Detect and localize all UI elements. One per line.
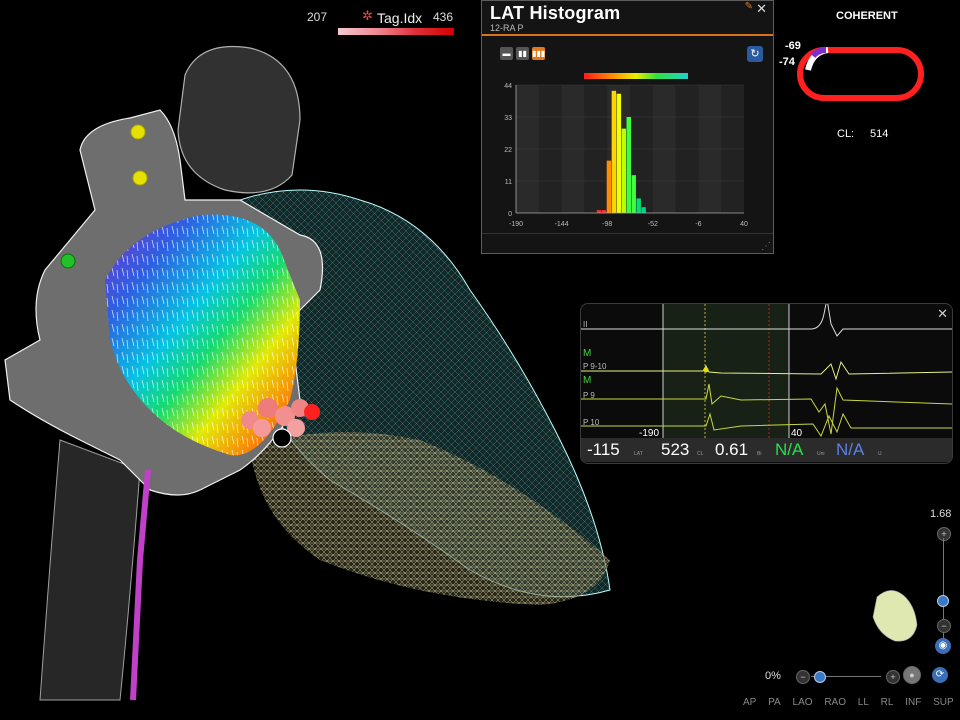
histogram-bar	[631, 175, 636, 213]
view-inf-button[interactable]: INF	[905, 697, 921, 708]
transparency-slider-knob[interactable]	[814, 671, 826, 683]
view-pa-button[interactable]: PA	[768, 697, 781, 708]
lead-label-p910: P 9-10	[583, 362, 607, 371]
coherent-title: COHERENT	[836, 10, 898, 22]
transparency-percent: 0%	[765, 670, 781, 682]
window-footer-divider	[482, 233, 773, 234]
x-tick-label: -190	[509, 221, 523, 228]
histogram-title: LAT Histogram	[490, 3, 621, 23]
refresh-icon[interactable]: ↻	[747, 46, 763, 62]
histogram-bar	[611, 90, 617, 213]
tag-icon: ✲	[362, 8, 373, 23]
x-tick-label: -6	[695, 221, 701, 228]
zoom-out-button[interactable]: −	[937, 619, 951, 633]
ivc-vessel	[39, 439, 141, 701]
impedance-unit: U	[878, 451, 882, 457]
view-presets: AP PA LAO RAO LL RL INF SUP	[743, 697, 960, 708]
lead-label-ii: II	[583, 320, 588, 329]
unipolar-value: N/A	[775, 440, 804, 459]
histogram-subtitle: 12-RA P	[490, 23, 524, 33]
view-single-button[interactable]: ▬	[500, 47, 513, 60]
view-ap-button[interactable]: AP	[743, 697, 756, 708]
pin-icon[interactable]: ✎	[745, 1, 753, 12]
y-tick-label: 0	[508, 211, 512, 218]
landmark-dot-green	[60, 253, 76, 269]
lat-value: -115	[587, 440, 620, 459]
zoom-slider-knob[interactable]	[937, 595, 949, 607]
lat-histogram-chart: 44 33 22 11 0 -190 -144 -98 -52 -6 40	[504, 73, 748, 228]
lat-color-scale	[584, 73, 688, 79]
coherent-cl-value: 514	[870, 128, 889, 140]
view-triple-button[interactable]: ▮▮▮	[532, 47, 545, 60]
landmark-dot-yellow	[130, 124, 146, 140]
unipolar-unit: Uni	[817, 451, 825, 457]
view-lao-button[interactable]: LAO	[793, 697, 813, 708]
x-tick-label: -52	[648, 221, 658, 228]
transparency-reset-icon[interactable]: ●	[903, 666, 921, 684]
egm-traces	[581, 304, 952, 438]
histogram-bar	[641, 207, 646, 213]
lead-label-m2: M	[583, 375, 592, 386]
bipolar-value: 0.61	[715, 440, 749, 459]
lead-label-p10: P 10	[583, 418, 600, 427]
histogram-bar	[606, 160, 612, 213]
impedance-value: N/A	[836, 440, 865, 459]
bipolar-unit: Bi	[757, 451, 762, 457]
x-tick-label: -98	[602, 221, 612, 228]
lead-label-p9: P 9	[583, 391, 595, 400]
tag-index-colorbar	[338, 28, 454, 35]
y-tick-label: 22	[504, 147, 512, 154]
tag-index-min: 207	[307, 10, 328, 24]
zoom-in-button[interactable]: +	[937, 527, 951, 541]
zoom-reset-icon[interactable]: ◉	[935, 638, 951, 654]
zoom-value: 1.68	[930, 508, 952, 520]
histogram-bar	[596, 210, 602, 213]
histogram-bar	[616, 93, 622, 213]
cl-value: 523	[661, 440, 690, 459]
close-icon[interactable]: ✕	[756, 1, 767, 17]
coherent-value-top: -69	[785, 40, 801, 52]
measurement-readout: -115 LAT 523 CL 0.61 Bi N/A Uni N/A U	[581, 438, 952, 462]
coherent-value-bottom: -74	[779, 56, 795, 68]
tag-index-max: 436	[433, 10, 454, 24]
lat-unit: LAT	[634, 451, 643, 457]
coherent-cl-label: CL:	[837, 128, 855, 140]
lat-histogram-window[interactable]: LAT Histogram 12-RA P ✎ ✕ ▬ ▮▮ ▮▮▮ ↻ 44 3…	[481, 0, 774, 254]
svc-vessel	[177, 45, 301, 194]
y-tick-label: 33	[504, 115, 512, 122]
transparency-plus-button[interactable]: +	[886, 670, 900, 684]
view-rao-button[interactable]: RAO	[824, 697, 846, 708]
cl-unit: CL	[697, 451, 704, 457]
view-ll-button[interactable]: LL	[858, 697, 869, 708]
transparency-minus-button[interactable]: −	[796, 670, 810, 684]
y-tick-label: 11	[505, 179, 512, 186]
y-tick-label: 44	[504, 83, 512, 90]
resize-grip-icon[interactable]: ⋰	[761, 241, 771, 252]
histogram-bar	[636, 198, 641, 213]
x-tick-label: -144	[555, 221, 569, 228]
histogram-bar	[601, 210, 607, 213]
egm-panel[interactable]: ✕ II M P 9-10 M P 9 P 10 -190 40 -115 LA…	[580, 303, 953, 464]
title-divider	[482, 34, 773, 36]
landmark-dot-yellow	[132, 170, 148, 186]
rotate-view-icon[interactable]: ⟳	[932, 667, 948, 683]
orientation-thumbnail[interactable]	[865, 585, 923, 647]
view-sup-button[interactable]: SUP	[933, 697, 954, 708]
view-rl-button[interactable]: RL	[881, 697, 894, 708]
histogram-bar	[626, 117, 631, 213]
histogram-bar	[621, 128, 627, 213]
lead-label-m1: M	[583, 348, 592, 359]
view-dual-button[interactable]: ▮▮	[516, 47, 529, 60]
tag-index-title: Tag.Idx	[377, 10, 423, 26]
x-tick-label: 40	[740, 221, 748, 228]
